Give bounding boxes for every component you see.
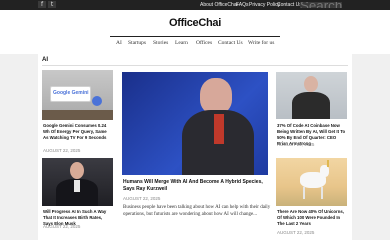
site-title[interactable]: OfficeChai (0, 17, 390, 29)
category-heading: AI (42, 57, 48, 63)
article-image-musk[interactable] (42, 158, 113, 206)
portrait-face (200, 78, 232, 114)
top-link-contact[interactable]: Contact Us (277, 1, 302, 9)
search-input[interactable] (300, 2, 342, 8)
nav-item-offices[interactable]: Offices (196, 40, 212, 46)
twitter-icon[interactable]: t (48, 1, 56, 8)
portrait-tie (214, 114, 224, 144)
category-divider (42, 65, 348, 66)
nav-item-write[interactable]: Write for us (248, 40, 274, 46)
portrait-body (292, 92, 330, 119)
sticker-icon (92, 96, 102, 106)
article-title[interactable]: Google Gemini Consumes 0.24 Wh Of Energy… (43, 123, 113, 141)
portrait-face (70, 162, 84, 179)
gemini-sign-label: Google Gemini (53, 90, 89, 96)
unicorn-horn (327, 160, 329, 167)
nav-divider (110, 36, 280, 37)
top-link-faqs[interactable]: FAQs (236, 1, 249, 9)
featured-article-excerpt: Business people have been talking about … (123, 205, 271, 217)
nav-item-startups[interactable]: Startups (128, 40, 146, 46)
top-link-about[interactable]: About OfficeChai (200, 1, 238, 9)
featured-article-title[interactable]: Humans Will Merge With AI And Become A H… (123, 179, 273, 193)
article-date: AUGUST 22, 2025 (277, 230, 315, 235)
portrait-face (304, 76, 318, 92)
top-link-privacy[interactable]: Privacy Policy (249, 1, 280, 9)
nav-item-ai[interactable]: AI (116, 40, 122, 46)
gemini-sign: Google Gemini (50, 86, 91, 102)
article-image-kurzweil[interactable] (122, 72, 268, 175)
nav-item-contact[interactable]: Contact Us (218, 40, 243, 46)
nav-item-stories[interactable]: Stories (153, 40, 168, 46)
article-date: AUGUST 22, 2025 (277, 142, 315, 147)
article-date: AUGUST 22, 2025 (43, 224, 81, 229)
featured-article-date: AUGUST 22, 2025 (123, 196, 161, 201)
desk-graphic (42, 110, 113, 120)
article-image-armstrong[interactable] (276, 72, 347, 119)
article-image-unicorn[interactable] (276, 158, 347, 206)
portrait-shirt (74, 180, 80, 192)
facebook-icon[interactable]: f (38, 1, 46, 8)
article-title[interactable]: There Are Now 40% Of Unicorns, Of Which … (277, 209, 347, 227)
unicorn-leg (321, 187, 323, 199)
unicorn-leg (303, 187, 305, 199)
nav-item-learn[interactable]: Learn (175, 40, 188, 46)
article-date: AUGUST 22, 2025 (43, 148, 81, 153)
article-image-gemini[interactable]: Google Gemini (42, 70, 113, 120)
